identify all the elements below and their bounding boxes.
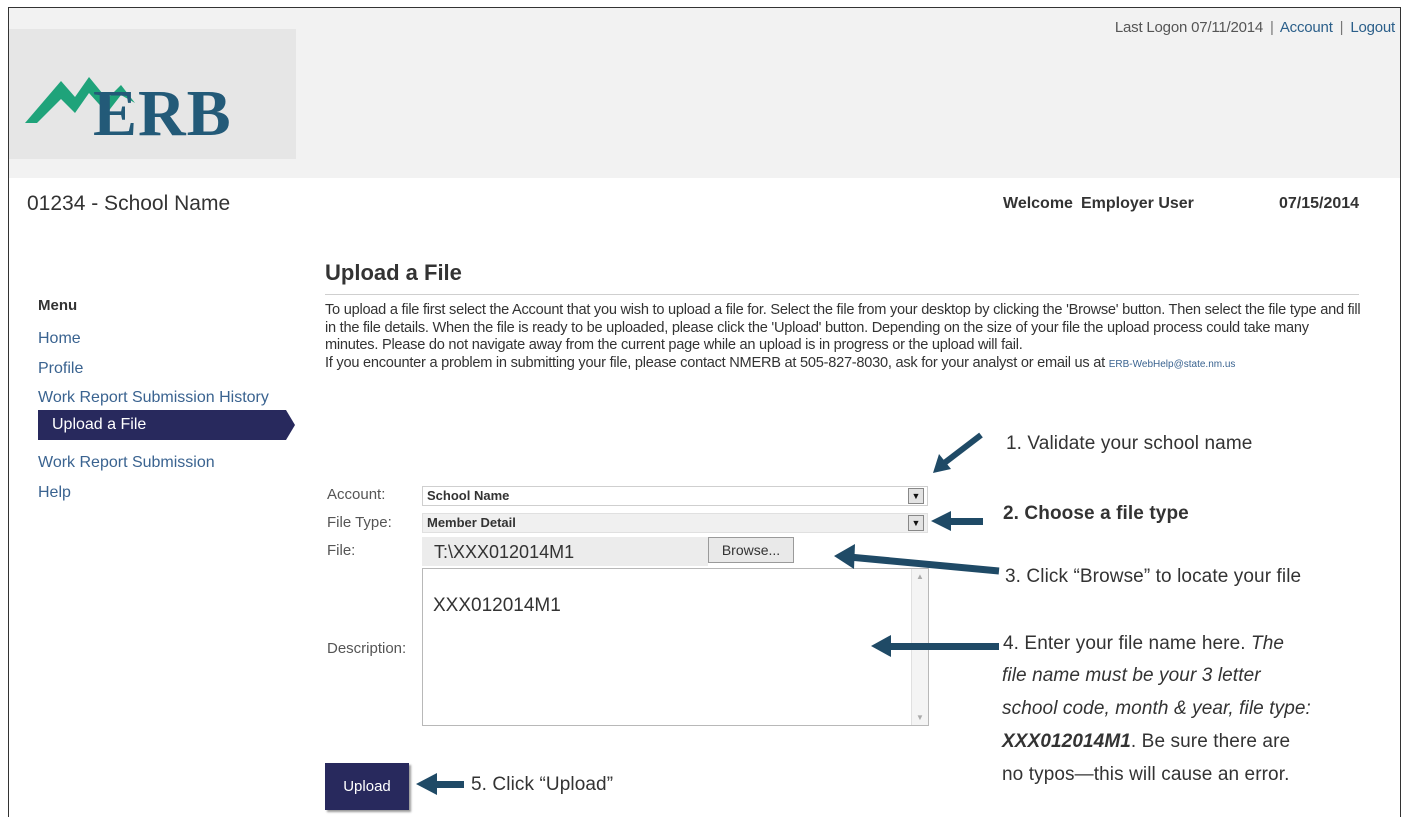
- callout-choose-file-type-text: 2. Choose a file type: [1003, 503, 1189, 524]
- description-textarea[interactable]: XXX012014M1 ▲ ▼: [422, 568, 929, 726]
- file-type-select[interactable]: Member Detail ▼: [422, 513, 928, 533]
- callout-4-file-code: XXX012014M1: [1002, 731, 1131, 752]
- arrow-icon: [416, 773, 464, 795]
- browse-button[interactable]: Browse...: [708, 537, 794, 563]
- logo[interactable]: ERB: [9, 29, 296, 159]
- page-title: Upload a File: [325, 260, 462, 285]
- welcome-label: Welcome: [1003, 195, 1073, 212]
- textarea-scrollbar[interactable]: ▲ ▼: [911, 569, 928, 725]
- callout-enter-file-name: 4. Enter your file name here. The: [1003, 633, 1284, 655]
- scroll-down-icon[interactable]: ▼: [912, 713, 928, 722]
- menu-title: Menu: [38, 297, 78, 314]
- divider: [325, 294, 1359, 295]
- callout-4-line-4-text: . Be sure there are: [1130, 731, 1291, 752]
- header: ERB Last Logon 07/11/2014 | Account | Lo…: [9, 8, 1400, 178]
- description-label: Description:: [327, 640, 407, 657]
- callout-4-line-2-text: file name must be your 3 letter: [1002, 665, 1261, 686]
- dropdown-arrow-icon[interactable]: ▼: [908, 515, 924, 531]
- email-link[interactable]: ERB-WebHelp@state.nm.us: [1109, 359, 1236, 370]
- user-name: Employer User: [1080, 195, 1194, 212]
- sidebar-item-upload-a-file[interactable]: Upload a File: [38, 410, 295, 440]
- callout-4-line-2: file name must be your 3 letter: [1002, 665, 1261, 687]
- callout-4-line-4: XXX012014M1. Be sure there are: [1002, 731, 1290, 753]
- account-link[interactable]: Account: [1280, 19, 1333, 36]
- callout-validate-school: 1. Validate your school name: [1006, 433, 1253, 454]
- callout-choose-file-type: 2. Choose a file type: [1003, 503, 1189, 525]
- current-date: 07/15/2014: [1279, 195, 1360, 212]
- app-window: ERB Last Logon 07/11/2014 | Account | Lo…: [8, 7, 1401, 817]
- last-logon-text: Last Logon 07/11/2014: [1114, 19, 1264, 36]
- account-label: Account:: [327, 486, 386, 503]
- file-type-label: File Type:: [327, 514, 392, 531]
- sidebar-item-profile[interactable]: Profile: [38, 360, 83, 378]
- callout-4-line-3: school code, month & year, file type:: [1002, 698, 1311, 720]
- instructions-paragraph: To upload a file first select the Accoun…: [325, 302, 1361, 353]
- arrow-icon: [834, 544, 1000, 575]
- file-type-select-value: Member Detail: [427, 515, 516, 530]
- main-content: 01234 - School Name Welcome Employer User…: [9, 178, 1400, 817]
- sidebar-item-home[interactable]: Home: [38, 330, 81, 348]
- sidebar-item-help[interactable]: Help: [38, 484, 71, 502]
- callout-click-upload: 5. Click “Upload”: [471, 774, 614, 795]
- instructions: To upload a file first select the Accoun…: [325, 302, 1365, 373]
- file-label: File:: [327, 542, 356, 559]
- arrow-icon: [931, 511, 983, 531]
- account-select[interactable]: School Name ▼: [422, 486, 928, 506]
- callout-4-line-3-text: school code, month & year, file type:: [1002, 698, 1311, 719]
- scroll-up-icon[interactable]: ▲: [912, 572, 928, 581]
- file-path-field[interactable]: T:\XXX012014M1: [422, 537, 708, 566]
- callout-4-line-1: 4. Enter your file name here.: [1003, 633, 1246, 654]
- school-name: 01234 - School Name: [27, 192, 231, 215]
- welcome-text: Welcome Employer User: [1003, 195, 1194, 213]
- upload-button[interactable]: Upload: [325, 763, 409, 810]
- dropdown-arrow-icon[interactable]: ▼: [908, 488, 924, 504]
- separator: |: [1270, 19, 1274, 36]
- sidebar-item-work-report-submission[interactable]: Work Report Submission: [38, 454, 215, 472]
- arrow-icon: [933, 432, 983, 473]
- callout-4-line-5: no typos—this will cause an error.: [1002, 764, 1290, 785]
- account-select-value: School Name: [427, 488, 510, 503]
- callout-4-emphasis: The: [1251, 633, 1285, 654]
- contact-text: If you encounter a problem in submitting…: [325, 354, 1105, 371]
- separator: |: [1339, 19, 1344, 36]
- top-links: Last Logon 07/11/2014 | Account | Logout: [1115, 19, 1395, 36]
- callout-browse: 3. Click “Browse” to locate your file: [1005, 566, 1302, 587]
- logout-link[interactable]: Logout: [1350, 19, 1395, 36]
- sidebar-item-work-report-history[interactable]: Work Report Submission History: [38, 389, 269, 407]
- description-value: XXX012014M1: [433, 595, 561, 616]
- contact-paragraph: If you encounter a problem in submitting…: [325, 355, 1365, 374]
- logo-text: ERB: [93, 77, 232, 150]
